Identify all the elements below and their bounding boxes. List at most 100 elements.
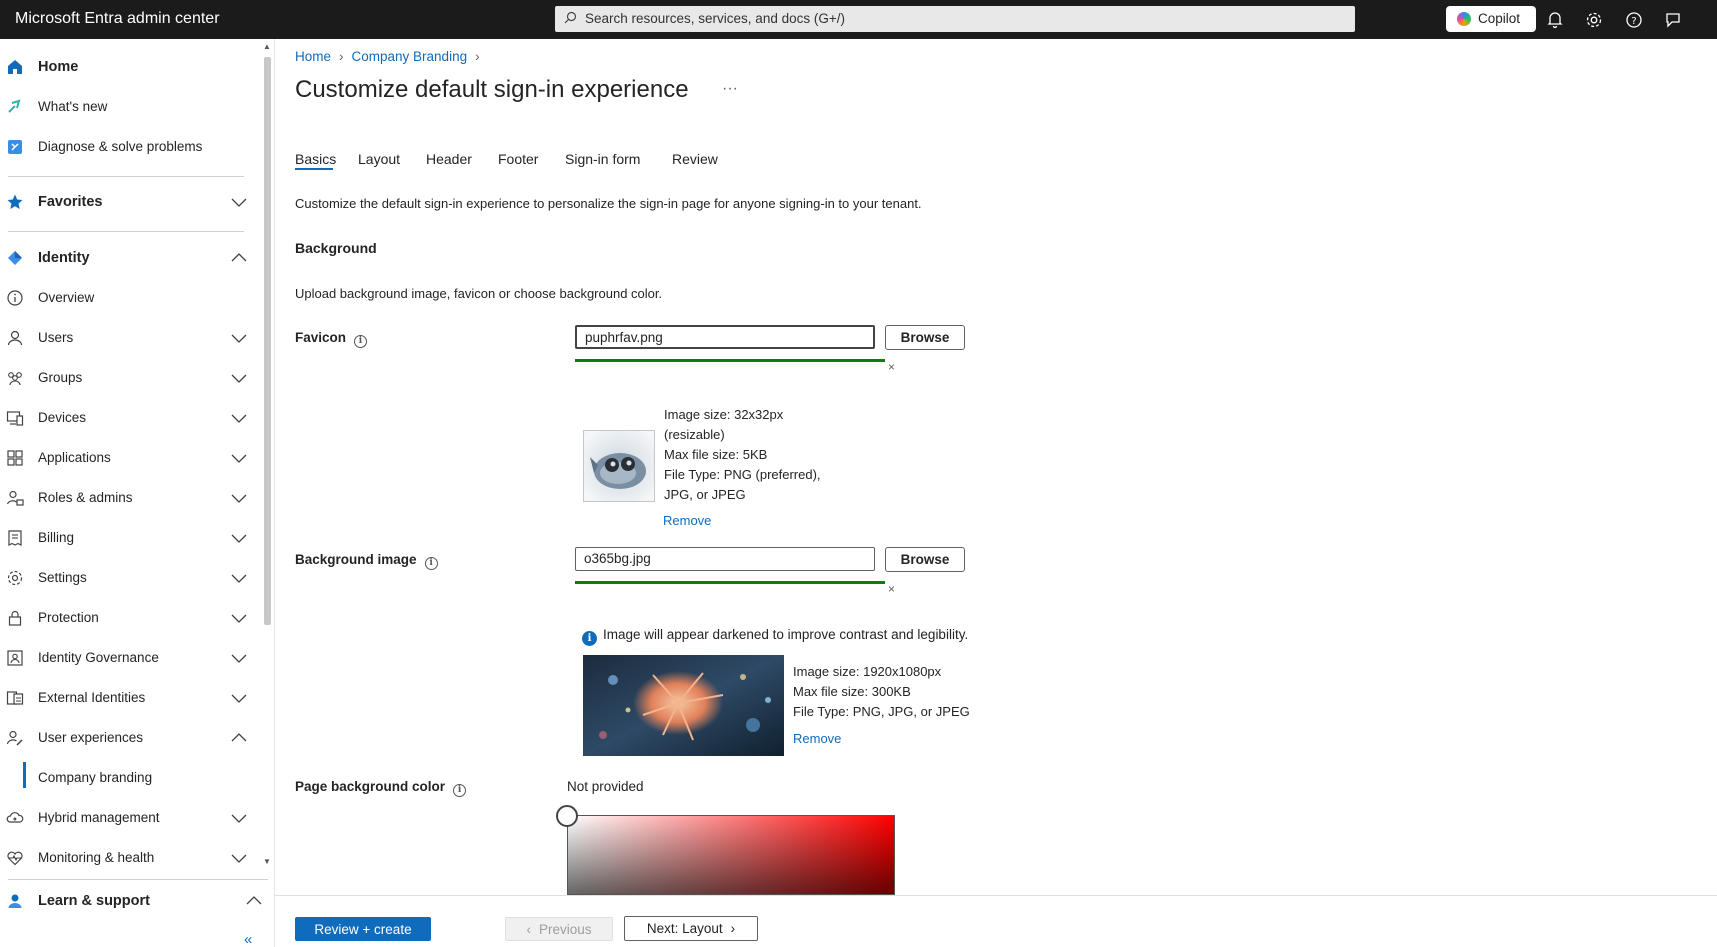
- chevron-down-icon: [231, 691, 247, 705]
- active-tab-indicator: [295, 168, 333, 170]
- feedback-icon[interactable]: [1663, 10, 1683, 30]
- background-image-clear-icon[interactable]: ×: [888, 582, 895, 596]
- sidebar-item-devices[interactable]: Devices: [0, 400, 260, 436]
- sidebar-item-hybrid-management[interactable]: Hybrid management: [0, 800, 260, 836]
- settings-icon: [6, 569, 24, 587]
- breadcrumb-separator-icon: ›: [339, 49, 344, 64]
- gear-icon[interactable]: [1584, 10, 1604, 30]
- copilot-button[interactable]: Copilot: [1446, 6, 1536, 32]
- chevron-up-icon: [231, 731, 247, 745]
- sidebar-item-label: Settings: [38, 570, 87, 585]
- page-description: Customize the default sign-in experience…: [295, 196, 922, 211]
- sidebar-item-label: Identity Governance: [38, 650, 159, 665]
- chevron-down-icon: [231, 195, 247, 209]
- favicon-requirements: Image size: 32x32px (resizable) Max file…: [664, 405, 821, 505]
- tab-header[interactable]: Header: [426, 151, 472, 167]
- info-icon[interactable]: i: [354, 335, 368, 348]
- sidebar-item-label: Hybrid management: [38, 810, 160, 825]
- sidebar-item-settings[interactable]: Settings: [0, 560, 260, 596]
- background-image-remove-link[interactable]: Remove: [793, 731, 841, 746]
- sidebar-item-overview[interactable]: Overview: [0, 280, 260, 316]
- background-meta-line: Max file size: 300KB: [793, 684, 911, 699]
- scroll-down-arrow[interactable]: ▼: [263, 857, 271, 866]
- darkened-info-note: i Image will appear darkened to improve c…: [582, 627, 968, 646]
- sidebar-divider: [8, 879, 268, 880]
- info-icon[interactable]: i: [424, 557, 438, 570]
- favicon-remove-link[interactable]: Remove: [663, 513, 711, 528]
- help-icon[interactable]: ?: [1624, 10, 1644, 30]
- search-icon: [564, 11, 577, 27]
- sidebar-item-diagnose[interactable]: Diagnose & solve problems: [0, 129, 260, 165]
- favicon-label: Favicon i: [295, 330, 368, 348]
- breadcrumb-home[interactable]: Home: [295, 49, 331, 64]
- page-bg-color-label: Page background color i: [295, 779, 467, 797]
- sidebar-scroll-thumb[interactable]: [264, 57, 271, 625]
- favicon-preview-image: [583, 430, 655, 502]
- next-button[interactable]: Next: Layout ›: [624, 916, 758, 941]
- favicon-meta-line: Max file size: 5KB: [664, 447, 768, 462]
- app-title[interactable]: Microsoft Entra admin center: [15, 10, 220, 28]
- sidebar-item-groups[interactable]: Groups: [0, 360, 260, 396]
- sidebar-divider: [8, 176, 244, 177]
- sidebar-divider: [8, 231, 244, 232]
- background-image-file-field[interactable]: [575, 547, 875, 571]
- sidebar-item-billing[interactable]: Billing: [0, 520, 260, 556]
- background-image-file-input[interactable]: [584, 551, 864, 566]
- sidebar-item-whats-new[interactable]: What's new: [0, 89, 260, 125]
- sidebar-item-favorites[interactable]: Favorites: [0, 184, 260, 220]
- sidebar-item-label: Billing: [38, 530, 75, 545]
- tab-review[interactable]: Review: [672, 151, 718, 167]
- hybrid-icon: [6, 809, 24, 827]
- sidebar-item-company-branding[interactable]: Company branding: [0, 760, 260, 796]
- favicon-browse-button[interactable]: Browse: [885, 325, 965, 350]
- sidebar-item-external-identities[interactable]: External Identities: [0, 680, 260, 716]
- info-icon[interactable]: i: [453, 784, 467, 797]
- page-title: Customize default sign-in experience: [295, 76, 689, 103]
- sidebar-separator: [274, 39, 275, 947]
- tab-basics[interactable]: Basics: [295, 151, 336, 167]
- sidebar-item-roles[interactable]: Roles & admins: [0, 480, 260, 516]
- more-options-button[interactable]: ···: [722, 80, 738, 98]
- tab-sign-in-form[interactable]: Sign-in form: [565, 151, 640, 167]
- sidebar-item-learn-support[interactable]: Learn & support: [0, 883, 272, 919]
- collapse-sidebar-button[interactable]: «: [244, 931, 252, 947]
- sidebar-item-label: Overview: [38, 290, 95, 305]
- sidebar-item-user-experiences[interactable]: User experiences: [0, 720, 260, 756]
- favicon-clear-icon[interactable]: ×: [888, 360, 895, 374]
- previous-label: Previous: [538, 921, 592, 937]
- background-image-browse-button[interactable]: Browse: [885, 547, 965, 572]
- chevron-down-icon: [231, 571, 247, 585]
- scroll-up-arrow[interactable]: ▲: [263, 42, 271, 51]
- governance-icon: [6, 649, 24, 667]
- background-image-requirements: Image size: 1920x1080px Max file size: 3…: [793, 662, 970, 722]
- chevron-right-icon: ›: [730, 921, 736, 936]
- color-picker-saturation-area[interactable]: [567, 815, 895, 895]
- sidebar-item-identity-governance[interactable]: Identity Governance: [0, 640, 260, 676]
- chevron-down-icon: [231, 451, 247, 465]
- sidebar-item-label: External Identities: [38, 690, 146, 705]
- review-create-button[interactable]: Review + create: [295, 917, 431, 941]
- whats-new-icon: [6, 98, 24, 116]
- background-image-label: Background image i: [295, 552, 438, 570]
- tab-footer[interactable]: Footer: [498, 151, 538, 167]
- favicon-file-field[interactable]: [575, 325, 875, 349]
- sidebar-item-identity[interactable]: Identity: [0, 240, 260, 276]
- search-placeholder: Search resources, services, and docs (G+…: [585, 11, 845, 26]
- breadcrumb-company-branding[interactable]: Company Branding: [352, 49, 468, 64]
- sidebar-item-applications[interactable]: Applications: [0, 440, 260, 476]
- sidebar-item-users[interactable]: Users: [0, 320, 260, 356]
- sidebar-item-home[interactable]: Home: [0, 49, 260, 85]
- favicon-upload-progress: [575, 359, 885, 362]
- sidebar-item-monitoring[interactable]: Monitoring & health: [0, 840, 260, 876]
- bell-icon[interactable]: [1545, 10, 1565, 30]
- page-bg-color-label-text: Page background color: [295, 779, 446, 794]
- tab-layout[interactable]: Layout: [358, 151, 400, 167]
- roles-icon: [6, 489, 24, 507]
- previous-button[interactable]: ‹ Previous: [505, 917, 613, 941]
- global-search[interactable]: Search resources, services, and docs (G+…: [555, 6, 1355, 32]
- sidebar-item-protection[interactable]: Protection: [0, 600, 260, 636]
- color-picker-handle[interactable]: [556, 805, 578, 827]
- next-label: Next: Layout: [646, 921, 723, 936]
- favicon-file-input[interactable]: [585, 330, 865, 345]
- background-image-label-text: Background image: [295, 552, 417, 567]
